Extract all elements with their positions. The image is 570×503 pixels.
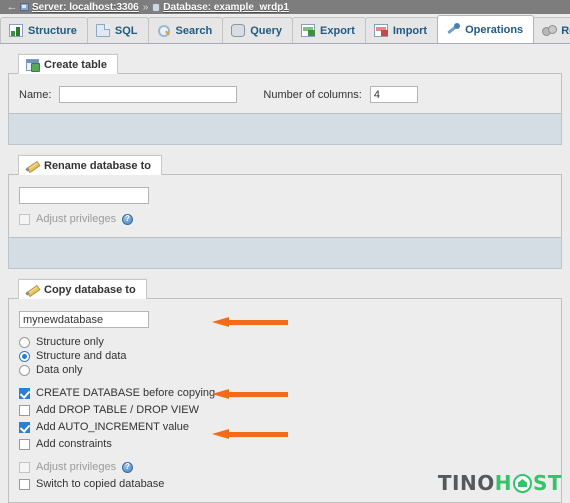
copy-add-constraints-label: Add constraints [36, 438, 112, 450]
tab-export-label: Export [320, 24, 355, 37]
copy-add-constraints-checkbox[interactable] [19, 438, 30, 450]
copy-auto-increment-label: Add AUTO_INCREMENT value [36, 421, 190, 433]
copy-database-panel: Copy database to Structure only Structur… [8, 279, 562, 503]
create-table-panel: Create table Name: Number of columns: [8, 54, 562, 145]
copy-radio-structure-only-row: Structure only [19, 336, 551, 348]
tinohost-watermark: TINO H ST [438, 471, 562, 495]
copy-switch-db-label: Switch to copied database [36, 478, 165, 490]
watermark-st-text: ST [532, 471, 562, 495]
create-table-footer [8, 113, 562, 145]
rename-database-input[interactable] [19, 187, 149, 204]
wrench-icon [446, 23, 461, 36]
copy-radio-data-only[interactable] [19, 364, 30, 376]
tab-routines[interactable]: Routines [533, 17, 570, 43]
rename-database-legend: Rename database to [18, 155, 162, 175]
create-table-body: Name: Number of columns: [8, 73, 562, 114]
copy-switch-db-checkbox[interactable] [19, 478, 30, 490]
back-arrow-icon[interactable]: ← [4, 0, 20, 14]
tab-export[interactable]: Export [292, 17, 366, 43]
sql-icon [95, 24, 110, 37]
copy-adjust-privileges-checkbox[interactable] [19, 461, 30, 473]
rename-database-panel: Rename database to Adjust privileges ? [8, 155, 562, 269]
copy-database-legend: Copy database to [18, 279, 147, 299]
tab-search[interactable]: Search [147, 17, 224, 43]
structure-icon [9, 24, 23, 37]
routines-icon [542, 24, 558, 37]
copy-radio-structure-and-data-row: Structure and data [19, 350, 551, 362]
tab-import[interactable]: Import [364, 17, 439, 43]
breadcrumb-database[interactable]: Database: example_wrdp1 [152, 2, 289, 13]
help-info-icon[interactable]: ? [122, 213, 134, 225]
create-table-columns-input[interactable] [369, 86, 418, 103]
help-info-icon[interactable]: ? [122, 461, 134, 473]
import-icon [373, 24, 388, 37]
tab-bar: Structure SQL Search Query Export Import… [0, 14, 570, 44]
rename-database-body: Adjust privileges ? [8, 174, 562, 238]
database-icon [152, 2, 161, 12]
tab-structure[interactable]: Structure [0, 17, 88, 43]
query-icon [231, 24, 246, 37]
tab-operations-label: Operations [465, 23, 524, 36]
new-table-icon [26, 59, 40, 72]
copy-radio-structure-and-data-label: Structure and data [36, 350, 127, 362]
export-icon [301, 24, 316, 37]
create-table-columns-label: Number of columns: [263, 88, 362, 101]
tab-query-label: Query [250, 24, 283, 37]
copy-database-legend-label: Copy database to [44, 284, 136, 296]
copy-radio-structure-only[interactable] [19, 336, 30, 348]
tab-routines-label: Routines [561, 24, 570, 37]
copy-radio-data-only-label: Data only [36, 364, 83, 376]
copy-radio-structure-only-label: Structure only [36, 336, 104, 348]
tab-sql[interactable]: SQL [86, 17, 149, 43]
copy-create-database-row: CREATE DATABASE before copying [19, 387, 551, 399]
server-icon [20, 3, 29, 11]
create-table-legend: Create table [18, 54, 118, 74]
house-in-circle-icon [512, 473, 532, 493]
breadcrumb-separator: » [142, 1, 149, 13]
pencil-icon [26, 160, 39, 172]
rename-database-footer [8, 237, 562, 269]
breadcrumb: ← Server: localhost:3306 » Database: exa… [0, 0, 570, 14]
tab-structure-label: Structure [28, 24, 77, 37]
rename-adjust-privileges-row: Adjust privileges ? [19, 213, 551, 225]
copy-create-database-label: CREATE DATABASE before copying [36, 387, 216, 399]
copy-adjust-privileges-label: Adjust privileges [36, 461, 117, 473]
breadcrumb-server-label: Server: localhost:3306 [32, 1, 139, 13]
tab-operations[interactable]: Operations [437, 15, 535, 43]
tab-query[interactable]: Query [222, 17, 294, 43]
watermark-tino-text: TINO [437, 471, 495, 495]
breadcrumb-server[interactable]: Server: localhost:3306 [20, 2, 139, 13]
copy-radio-data-only-row: Data only [19, 364, 551, 376]
copy-database-name-input[interactable] [19, 311, 149, 328]
watermark-h-text: H [494, 471, 512, 495]
rename-adjust-privileges-checkbox[interactable] [19, 213, 30, 225]
create-table-legend-label: Create table [44, 59, 107, 71]
copy-auto-increment-row: Add AUTO_INCREMENT value [19, 421, 551, 433]
copy-create-database-checkbox[interactable] [19, 387, 30, 399]
tab-sql-label: SQL [114, 24, 138, 37]
tab-search-label: Search [175, 24, 213, 37]
copy-add-drop-row: Add DROP TABLE / DROP VIEW [19, 404, 551, 416]
breadcrumb-database-label: Database: example_wrdp1 [163, 1, 289, 13]
create-table-name-label: Name: [19, 88, 52, 101]
rename-database-legend-label: Rename database to [44, 160, 151, 172]
create-table-name-input[interactable] [59, 86, 238, 103]
copy-add-drop-checkbox[interactable] [19, 404, 30, 416]
copy-add-drop-label: Add DROP TABLE / DROP VIEW [36, 404, 200, 416]
rename-adjust-privileges-label: Adjust privileges [36, 213, 117, 225]
pencil-icon [26, 284, 39, 296]
copy-add-constraints-row: Add constraints [19, 438, 551, 450]
search-icon [157, 24, 171, 37]
copy-auto-increment-checkbox[interactable] [19, 421, 30, 433]
tab-import-label: Import [392, 24, 428, 37]
copy-radio-structure-and-data[interactable] [19, 350, 30, 362]
